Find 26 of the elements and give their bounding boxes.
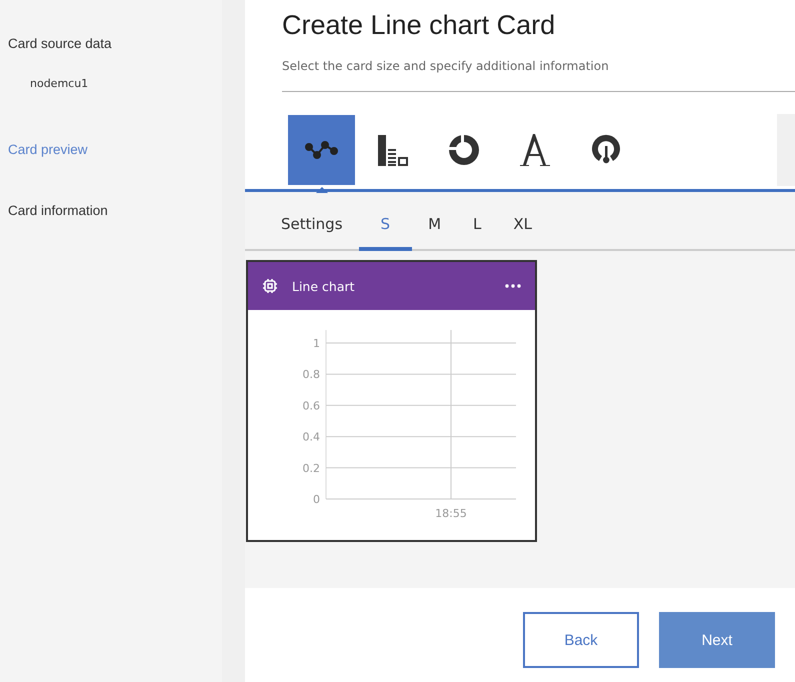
- axis-label: 0.6: [302, 399, 320, 412]
- axis-label: 0: [313, 493, 320, 506]
- size-tab[interactable]: L: [457, 215, 498, 251]
- sidebar-item[interactable]: Card source data: [0, 36, 222, 51]
- axis-label: 0.4: [302, 430, 320, 444]
- sidebar-subitem[interactable]: nodemcu1: [0, 77, 222, 90]
- chip-icon: [262, 278, 278, 294]
- size-tab[interactable]: XL: [497, 215, 548, 251]
- letter-icon: [518, 133, 552, 167]
- donut-chart-icon: [446, 133, 480, 167]
- card-title: Line chart: [292, 278, 356, 294]
- page-subtitle: Select the card size and specify additional information: [282, 59, 609, 73]
- page-title: Create Line chart Card: [282, 10, 556, 41]
- overflow-menu-icon[interactable]: [505, 284, 521, 288]
- gauge-icon: [590, 134, 620, 166]
- next-button[interactable]: Next: [659, 612, 775, 668]
- bar-chart-icon: [376, 133, 410, 167]
- line-chart-icon: [304, 139, 338, 161]
- size-tab[interactable]: Settings: [265, 215, 359, 251]
- axis-label: 0.8: [302, 368, 320, 382]
- axis-label: 18:55: [435, 507, 467, 520]
- axis-label: 1: [313, 337, 320, 350]
- axis-label: 0.2: [302, 462, 320, 475]
- sidebar-item[interactable]: Card information: [0, 203, 222, 218]
- size-tab[interactable]: M: [412, 215, 458, 251]
- back-button[interactable]: Back: [523, 612, 639, 668]
